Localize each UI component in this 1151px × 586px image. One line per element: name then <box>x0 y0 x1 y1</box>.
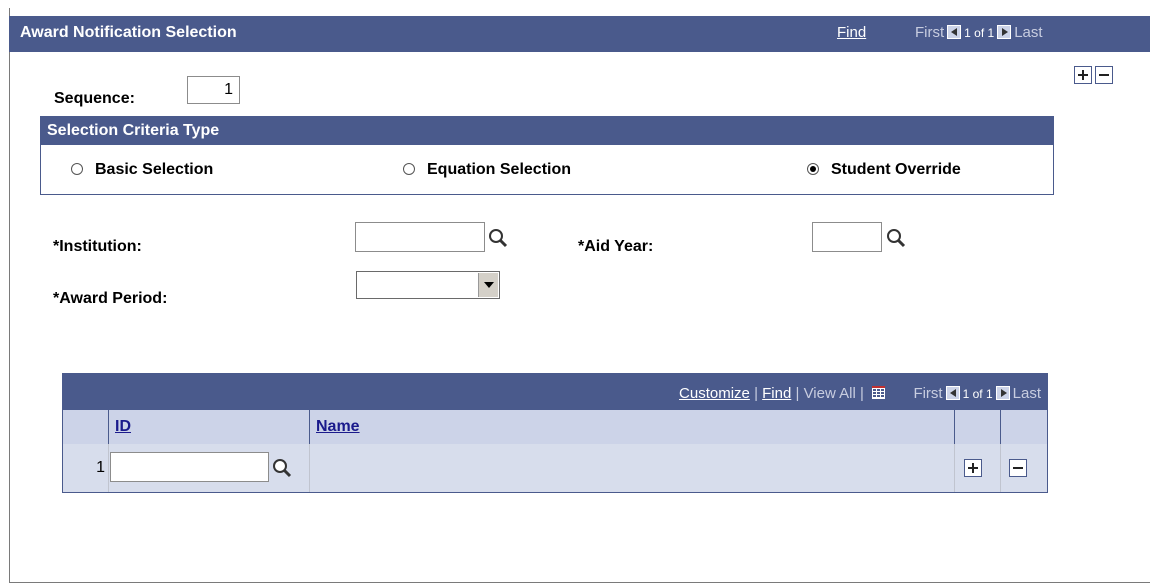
page-header: Award Notification Selection Find First 1… <box>9 16 1150 52</box>
page-title: Award Notification Selection <box>20 24 237 41</box>
add-sequence-button[interactable] <box>1074 66 1092 84</box>
sequence-input[interactable]: 1 <box>187 76 240 104</box>
institution-label: *Institution: <box>53 238 142 255</box>
grid-find-link[interactable]: Find <box>762 385 791 402</box>
customize-link[interactable]: Customize <box>679 385 750 402</box>
radio-icon[interactable] <box>71 163 83 175</box>
award-period-select[interactable] <box>356 271 500 299</box>
radio-equation-selection[interactable]: Equation Selection <box>403 161 571 179</box>
grid-first-label[interactable]: First <box>913 385 942 402</box>
add-cell <box>955 444 1001 492</box>
grid-next-arrow-icon[interactable] <box>995 386 1010 400</box>
remove-row-button[interactable] <box>1009 459 1027 477</box>
radio-basic-selection[interactable]: Basic Selection <box>71 161 213 179</box>
aid-year-label: *Aid Year: <box>578 238 654 255</box>
remove-column-header <box>1001 410 1047 444</box>
plus-icon <box>968 463 978 473</box>
id-cell <box>109 444 310 492</box>
add-row-button[interactable] <box>964 459 982 477</box>
minus-icon <box>1099 74 1109 76</box>
sequence-label: Sequence: <box>54 90 135 107</box>
institution-input[interactable] <box>355 222 485 252</box>
radio-label: Equation Selection <box>427 161 572 178</box>
header-nav: Find <box>837 24 866 41</box>
chevron-down-icon[interactable] <box>478 273 498 297</box>
grid-record-count: 1 of 1 <box>962 387 993 401</box>
row-number: 1 <box>63 444 109 492</box>
separator: | <box>754 385 763 402</box>
download-grid-icon[interactable] <box>872 386 886 399</box>
prev-arrow-icon[interactable] <box>947 25 962 39</box>
minus-icon <box>1013 467 1023 469</box>
radio-label: Student Override <box>831 161 961 178</box>
grid-prev-arrow-icon[interactable] <box>945 386 960 400</box>
add-column-header <box>955 410 1001 444</box>
next-arrow-icon[interactable] <box>997 25 1012 39</box>
remove-cell <box>1001 444 1047 492</box>
row-number-header <box>63 410 109 444</box>
institution-lookup-icon[interactable] <box>488 228 508 248</box>
last-label[interactable]: Last <box>1014 24 1042 41</box>
first-label[interactable]: First <box>915 24 944 41</box>
separator: | <box>860 385 864 402</box>
radio-icon[interactable] <box>403 163 415 175</box>
grid-tools: Customize | Find | View All | First 1 of … <box>679 385 1041 402</box>
grid-last-label[interactable]: Last <box>1013 385 1041 402</box>
separator: | <box>795 385 804 402</box>
id-sort-link[interactable]: ID <box>115 418 131 436</box>
id-lookup-icon[interactable] <box>272 458 292 478</box>
aid-year-input[interactable] <box>812 222 882 252</box>
page-frame <box>9 8 1150 583</box>
selection-criteria-group: Selection Criteria Type Basic Selection … <box>40 116 1054 195</box>
radio-label: Basic Selection <box>95 161 214 178</box>
column-header-name[interactable]: Name <box>310 410 955 444</box>
record-count: 1 of 1 <box>964 26 995 40</box>
award-period-label: *Award Period: <box>53 290 168 307</box>
aid-year-lookup-icon[interactable] <box>886 228 906 248</box>
id-grid: Customize | Find | View All | First 1 of … <box>62 373 1048 493</box>
selection-criteria-title: Selection Criteria Type <box>41 117 1053 145</box>
name-cell <box>310 444 955 492</box>
plus-icon <box>1078 70 1088 80</box>
view-all-link[interactable]: View All <box>804 385 856 402</box>
column-header-id[interactable]: ID <box>109 410 310 444</box>
radio-student-override[interactable]: Student Override <box>807 161 961 179</box>
radio-selected-icon[interactable] <box>807 163 819 175</box>
remove-sequence-button[interactable] <box>1095 66 1113 84</box>
id-input[interactable] <box>110 452 269 482</box>
name-sort-link[interactable]: Name <box>316 418 360 436</box>
header-pager: First 1 of 1 Last <box>915 24 1043 41</box>
find-link[interactable]: Find <box>837 24 866 41</box>
